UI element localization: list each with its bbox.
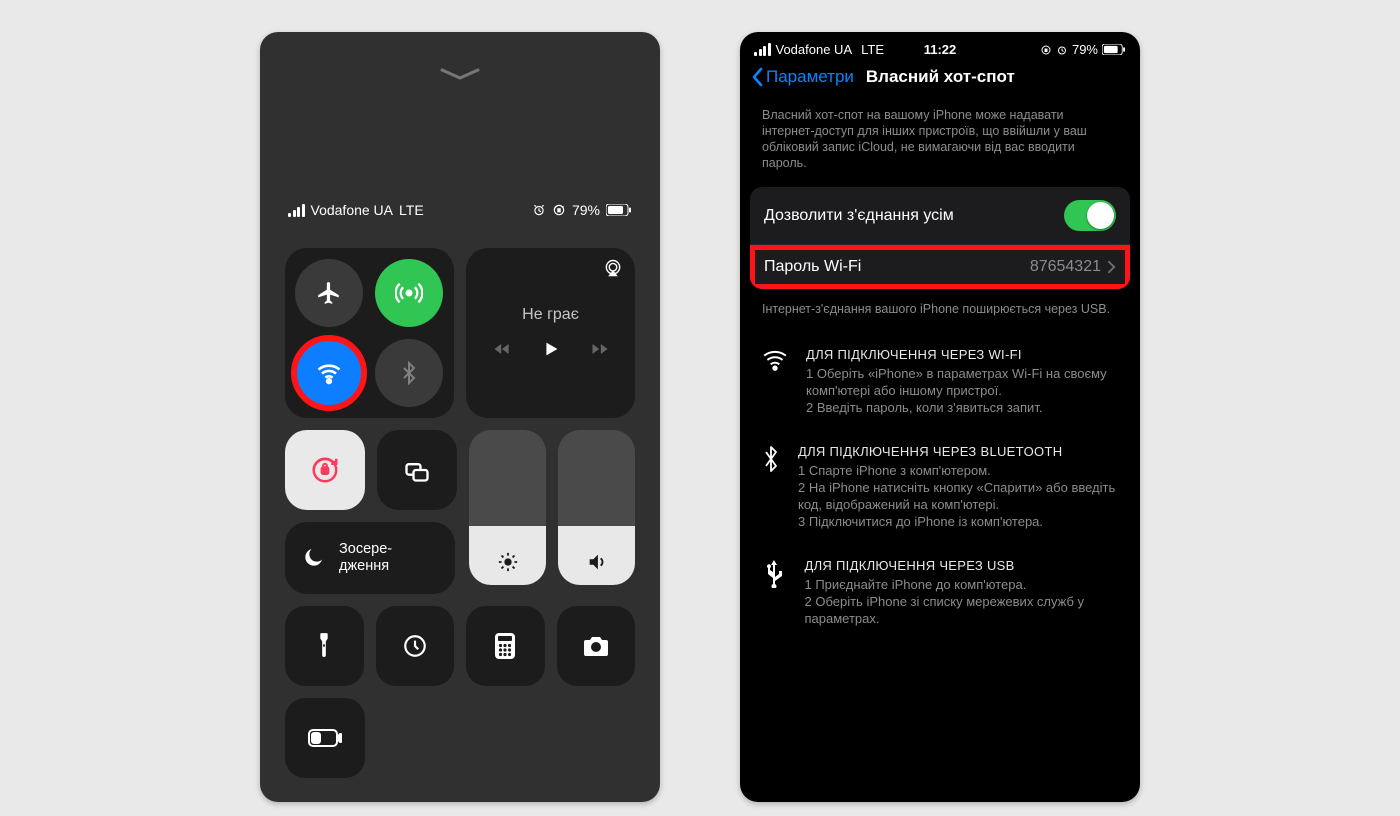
usb-icon bbox=[762, 558, 787, 627]
battery-icon bbox=[1102, 44, 1126, 55]
focus-label-2: дження bbox=[339, 558, 392, 575]
orientation-lock-tile[interactable] bbox=[285, 430, 365, 510]
screen-mirroring-tile[interactable] bbox=[377, 430, 457, 510]
bluetooth-button[interactable] bbox=[375, 339, 443, 407]
alarm-icon bbox=[532, 203, 546, 217]
low-power-tile[interactable] bbox=[285, 698, 365, 778]
status-bar: Vodafone UA LTE 11:22 79% bbox=[740, 32, 1140, 61]
carrier-label: Vodafone UA bbox=[776, 42, 853, 57]
battery-percent: 79% bbox=[1072, 42, 1098, 57]
carrier-label: Vodafone UA bbox=[311, 202, 394, 218]
volume-slider[interactable] bbox=[558, 430, 635, 585]
howto-wifi-step-1: 1 Оберіть «iPhone» в параметрах Wi-Fi на… bbox=[806, 365, 1118, 399]
signal-icon bbox=[288, 204, 305, 217]
howto-usb-heading: ДЛЯ ПІДКЛЮЧЕННЯ ЧЕРЕЗ USB bbox=[805, 558, 1119, 573]
network-label: LTE bbox=[399, 202, 424, 218]
grabber-icon bbox=[440, 68, 480, 82]
media-tile[interactable]: Не грає bbox=[466, 248, 635, 418]
wifi-password-label: Пароль Wi-Fi bbox=[764, 258, 861, 276]
howto-wifi: ДЛЯ ПІДКЛЮЧЕННЯ ЧЕРЕЗ WI-FI 1 Оберіть «i… bbox=[762, 337, 1118, 434]
alarm-icon bbox=[1056, 44, 1068, 56]
allow-others-label: Дозволити з'єднання усім bbox=[764, 207, 954, 225]
description-text: Власний хот-спот на вашому iPhone може н… bbox=[740, 107, 1140, 181]
allow-others-toggle[interactable] bbox=[1064, 200, 1116, 231]
chevron-right-icon bbox=[1107, 260, 1116, 274]
wifi-button[interactable] bbox=[295, 339, 363, 407]
calculator-tile[interactable] bbox=[466, 606, 545, 686]
usb-note: Інтернет-з'єднання вашого iPhone поширює… bbox=[740, 295, 1140, 333]
volume-icon bbox=[586, 551, 608, 573]
rewind-icon[interactable] bbox=[492, 339, 512, 359]
howto-bt-heading: ДЛЯ ПІДКЛЮЧЕННЯ ЧЕРЕЗ BLUETOOTH bbox=[798, 444, 1118, 459]
brightness-slider[interactable] bbox=[469, 430, 546, 585]
nav-bar: Параметри Власний хот-спот bbox=[740, 61, 1140, 95]
airplay-icon[interactable] bbox=[603, 258, 623, 278]
orientation-lock-icon bbox=[552, 203, 566, 217]
brightness-icon bbox=[497, 551, 519, 573]
allow-others-row[interactable]: Дозволити з'єднання усім bbox=[750, 187, 1130, 244]
orientation-lock-icon bbox=[1040, 44, 1052, 56]
howto-wifi-heading: ДЛЯ ПІДКЛЮЧЕННЯ ЧЕРЕЗ WI-FI bbox=[806, 347, 1118, 362]
howto-bt-step-1: 1 Спарте iPhone з комп'ютером. bbox=[798, 462, 1118, 479]
howto-usb-step-1: 1 Приєднайте iPhone до комп'ютера. bbox=[805, 576, 1119, 593]
wifi-password-value: 87654321 bbox=[1030, 258, 1101, 276]
page-title: Власний хот-спот bbox=[864, 67, 1130, 87]
play-icon[interactable] bbox=[540, 338, 562, 360]
back-label: Параметри bbox=[766, 67, 854, 87]
signal-icon bbox=[754, 43, 771, 56]
network-label: LTE bbox=[861, 42, 884, 57]
airplane-mode-button[interactable] bbox=[295, 259, 363, 327]
media-title: Не грає bbox=[522, 306, 579, 324]
bluetooth-icon bbox=[762, 444, 780, 530]
forward-icon[interactable] bbox=[590, 339, 610, 359]
flashlight-tile[interactable] bbox=[285, 606, 364, 686]
clock: 11:22 bbox=[924, 42, 957, 57]
howto-wifi-step-2: 2 Введіть пароль, коли з'явиться запит. bbox=[806, 399, 1118, 416]
wifi-password-row[interactable]: Пароль Wi-Fi 87654321 bbox=[750, 244, 1130, 289]
howto-usb-step-2: 2 Оберіть iPhone зі списку мережевих слу… bbox=[805, 593, 1119, 627]
howto-usb: ДЛЯ ПІДКЛЮЧЕННЯ ЧЕРЕЗ USB 1 Приєднайте i… bbox=[762, 548, 1118, 645]
battery-percent: 79% bbox=[572, 202, 600, 218]
wifi-icon bbox=[762, 347, 788, 416]
hotspot-settings-screenshot: Vodafone UA LTE 11:22 79% Параметри Влас… bbox=[740, 32, 1140, 802]
cellular-data-button[interactable] bbox=[375, 259, 443, 327]
timer-tile[interactable] bbox=[376, 606, 455, 686]
howto-bluetooth: ДЛЯ ПІДКЛЮЧЕННЯ ЧЕРЕЗ BLUETOOTH 1 Спарте… bbox=[762, 434, 1118, 548]
cc-status-bar: Vodafone UA LTE 79% bbox=[260, 202, 660, 218]
howto-bt-step-3: 3 Підключитися до iPhone із комп'ютера. bbox=[798, 513, 1118, 530]
back-button[interactable]: Параметри bbox=[750, 67, 854, 87]
focus-label-1: Зосере- bbox=[339, 541, 392, 558]
moon-icon bbox=[301, 546, 325, 570]
control-center-screenshot: Vodafone UA LTE 79% bbox=[260, 32, 660, 802]
howto-bt-step-2: 2 На iPhone натисніть кнопку «Спарити» а… bbox=[798, 479, 1118, 513]
connectivity-tile[interactable] bbox=[285, 248, 454, 418]
battery-icon bbox=[606, 204, 632, 216]
focus-tile[interactable]: Зосере- дження bbox=[285, 522, 455, 594]
camera-tile[interactable] bbox=[557, 606, 636, 686]
